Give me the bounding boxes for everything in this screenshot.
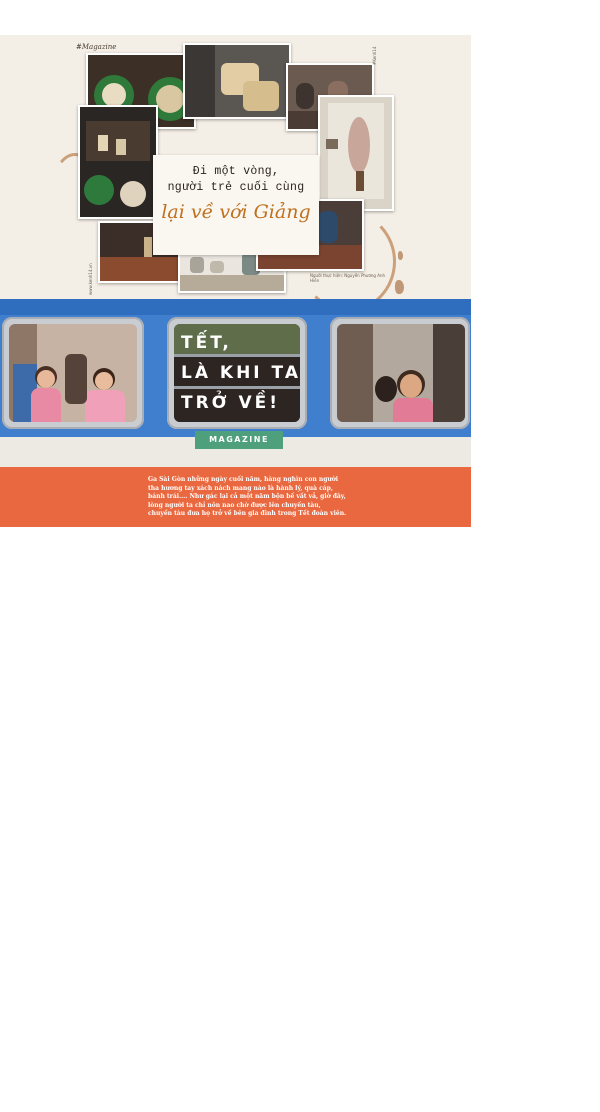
train-window-center: TẾT, LÀ KHI TA TRỞ VỀ! — [167, 317, 307, 429]
author-credit: Người thực hiện: Nguyễn Phương Anh Hiền — [310, 273, 386, 283]
window-photo-title: TẾT, LÀ KHI TA TRỞ VỀ! — [174, 324, 300, 422]
window-photo-child — [337, 324, 465, 422]
photo-blossom-window — [318, 95, 394, 211]
photo-drinks-table — [78, 105, 158, 219]
side-tag: #Kenh14 — [372, 46, 377, 65]
coffee-drop — [398, 251, 403, 260]
train-banner[interactable]: TẾT, LÀ KHI TA TRỞ VỀ! MAGAZINE Ga Sài G… — [0, 299, 471, 527]
collage-banner[interactable]: #Magazine Đi một vòng, người trẻ cuối cù… — [0, 35, 471, 299]
train-window-left — [2, 317, 144, 429]
description-line: Ga Sài Gòn những ngày cuối năm, hàng ngh… — [148, 476, 339, 483]
train-roof-stripe — [0, 299, 471, 315]
title-line-1: TẾT, — [181, 333, 232, 353]
window-photo-girls — [9, 324, 137, 422]
headline-script: lại về với Giảng — [161, 201, 311, 223]
description-line: tha hương tay xách nách mang nào là hành… — [148, 484, 333, 492]
description: Ga Sài Gòn những ngày cuối năm, hàng ngh… — [148, 476, 348, 519]
headline-line-2: người trẻ cuối cùng — [167, 181, 305, 194]
description-line: chuyến tàu đưa họ trở về bên gia đình tr… — [148, 510, 347, 518]
magazine-badge: MAGAZINE — [195, 431, 283, 449]
title-line-2: LÀ KHI TA — [181, 363, 300, 383]
coffee-drop — [395, 280, 404, 294]
brand-mark: #Magazine — [76, 43, 117, 51]
headline-card: Đi một vòng, người trẻ cuối cùng lại về … — [153, 155, 319, 255]
photo-egg-coffee — [183, 43, 291, 119]
headline-line-1: Đi một vòng, — [192, 165, 280, 178]
site-url: www.kenh14.vn — [88, 263, 93, 295]
description-line: bánh trái.... Như gác lại cả một năm bộn… — [148, 493, 346, 501]
train-window-right — [330, 317, 470, 429]
title-line-3: TRỞ VỀ! — [181, 393, 280, 413]
